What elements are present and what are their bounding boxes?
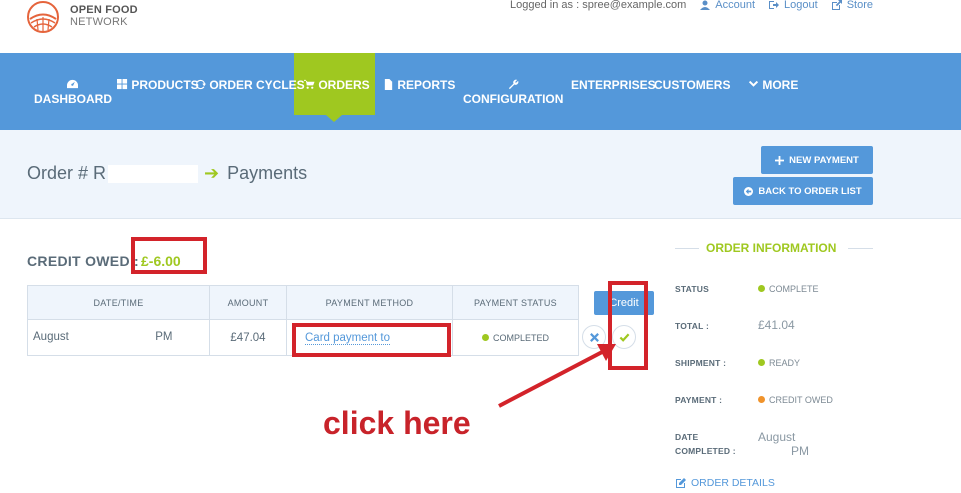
account-label: Account bbox=[715, 0, 756, 11]
order-status-label: STATUS bbox=[675, 284, 709, 294]
store-label: Store bbox=[846, 0, 873, 11]
redacted-date bbox=[72, 331, 153, 344]
void-payment-button[interactable] bbox=[582, 325, 606, 349]
date-completed-month: August bbox=[758, 430, 796, 444]
open-food-network-logo[interactable] bbox=[26, 0, 60, 34]
table-header-row: DATE/TIME AMOUNT PAYMENT METHOD PAYMENT … bbox=[27, 285, 579, 320]
section-title: Payments bbox=[227, 163, 308, 183]
date-completed-label-2: COMPLETED : bbox=[675, 446, 736, 456]
times-icon bbox=[589, 332, 599, 342]
back-to-order-list-button[interactable]: BACK TO ORDER LIST bbox=[733, 177, 873, 205]
page-title: Order # R ➔ Payments bbox=[27, 163, 307, 184]
shopping-cart-icon bbox=[304, 79, 315, 89]
annotation-box-payment-method bbox=[292, 323, 451, 357]
nav-configuration[interactable]: CONFIGURATION bbox=[463, 78, 563, 106]
payment-date-month: August bbox=[33, 331, 69, 344]
header-date-time: DATE/TIME bbox=[27, 285, 210, 320]
new-payment-label: NEW PAYMENT bbox=[789, 154, 859, 166]
payment-date: August PM bbox=[27, 319, 210, 356]
order-total-value: £41.04 bbox=[758, 318, 795, 332]
account-link[interactable]: Account bbox=[700, 0, 755, 11]
arrow-right-icon: ➔ bbox=[204, 163, 220, 183]
header-amount: AMOUNT bbox=[209, 285, 287, 320]
user-links: Logged in as : spree@example.com Account… bbox=[510, 0, 873, 11]
nav-customers-label: CUSTOMERS bbox=[654, 78, 731, 92]
payment-amount: £47.04 bbox=[209, 319, 287, 356]
th-large-icon bbox=[117, 79, 128, 90]
brand-name: OPEN FOOD NETWORK bbox=[70, 4, 138, 28]
order-info-title: ORDER INFORMATION bbox=[706, 241, 837, 255]
nav-products[interactable]: PRODUCTS bbox=[117, 78, 199, 92]
logged-in-text: Logged in as : spree@example.com bbox=[510, 0, 687, 11]
nav-order-cycles-label: ORDER CYCLES bbox=[209, 78, 305, 92]
header-payment-method: PAYMENT METHOD bbox=[286, 285, 453, 320]
dashboard-icon bbox=[66, 79, 78, 89]
order-status-text: COMPLETE bbox=[769, 284, 819, 294]
store-link[interactable]: Store bbox=[831, 0, 873, 11]
logout-label: Logout bbox=[784, 0, 818, 11]
nav-orders[interactable]: ORDERS bbox=[304, 78, 370, 92]
nav-orders-label: ORDERS bbox=[318, 78, 370, 92]
nav-dashboard-label: DASHBOARD bbox=[34, 92, 112, 106]
nav-dashboard[interactable]: DASHBOARD bbox=[34, 78, 112, 106]
annotation-box-credit-owed bbox=[131, 237, 207, 274]
payment-date-suffix: PM bbox=[155, 331, 173, 344]
order-details-link[interactable]: ORDER DETAILS bbox=[676, 477, 775, 489]
status-dot-green bbox=[758, 359, 765, 366]
order-total-label: TOTAL : bbox=[675, 321, 709, 331]
status-dot-green bbox=[481, 333, 489, 341]
nav-reports[interactable]: REPORTS bbox=[383, 78, 455, 92]
payment-status-cell: COMPLETED bbox=[452, 319, 579, 356]
shipment-value: READY bbox=[758, 358, 800, 368]
brand-line-2: NETWORK bbox=[70, 16, 128, 28]
arrow-left-icon bbox=[744, 186, 754, 196]
user-icon bbox=[700, 0, 711, 10]
order-status-value: COMPLETE bbox=[758, 284, 819, 294]
main-nav: DASHBOARD PRODUCTS ORDER CYCLES ORDERS R… bbox=[0, 53, 961, 130]
shipment-text: READY bbox=[769, 358, 801, 368]
nav-reports-label: REPORTS bbox=[397, 78, 456, 92]
credit-owed-label: CREDIT OWED : bbox=[27, 253, 140, 269]
back-to-order-list-label: BACK TO ORDER LIST bbox=[758, 185, 862, 197]
order-details-label: ORDER DETAILS bbox=[691, 477, 775, 489]
file-icon bbox=[384, 79, 393, 90]
page-header: Order # R ➔ Payments NEW PAYMENT BACK TO… bbox=[0, 130, 961, 219]
logout-link[interactable]: Logout bbox=[769, 0, 818, 11]
status-dot-green bbox=[758, 285, 765, 292]
order-info-divider-left bbox=[675, 248, 699, 249]
nav-order-cycles[interactable]: ORDER CYCLES bbox=[195, 78, 305, 92]
order-info-divider-right bbox=[848, 248, 873, 249]
redacted-order-number bbox=[108, 164, 199, 183]
chevron-down-icon bbox=[748, 80, 759, 87]
payment-status: COMPLETED bbox=[492, 332, 549, 343]
click-here-annotation: click here bbox=[323, 405, 471, 441]
nav-products-label: PRODUCTS bbox=[131, 78, 199, 92]
new-payment-button[interactable]: NEW PAYMENT bbox=[761, 146, 873, 174]
brand-line-1: OPEN FOOD bbox=[70, 4, 138, 16]
date-completed-label-1: DATE bbox=[675, 432, 699, 442]
nav-enterprises-label: ENTERPRISES bbox=[571, 78, 656, 92]
payment-state-label: PAYMENT : bbox=[675, 395, 723, 405]
external-link-icon bbox=[831, 0, 842, 10]
nav-more[interactable]: MORE bbox=[748, 78, 798, 92]
wrench-icon bbox=[508, 79, 518, 90]
nav-active-caret bbox=[326, 115, 342, 122]
nav-more-label: MORE bbox=[762, 78, 799, 92]
nav-enterprises[interactable]: ENTERPRISES bbox=[571, 78, 656, 92]
order-number: Order # R bbox=[27, 163, 107, 183]
date-completed-suffix: PM bbox=[791, 444, 809, 458]
payment-state-text: CREDIT OWED bbox=[769, 395, 833, 405]
plus-icon bbox=[775, 155, 785, 165]
refresh-icon bbox=[195, 79, 206, 90]
status-dot-orange bbox=[758, 396, 765, 403]
edit-icon bbox=[676, 478, 686, 488]
header-payment-status: PAYMENT STATUS bbox=[452, 285, 579, 320]
nav-configuration-label: CONFIGURATION bbox=[463, 92, 564, 106]
sign-out-icon bbox=[769, 1, 780, 9]
payment-state-value: CREDIT OWED bbox=[758, 395, 833, 405]
shipment-label: SHIPMENT : bbox=[675, 358, 727, 368]
nav-customers[interactable]: CUSTOMERS bbox=[654, 78, 730, 92]
annotation-box-capture-button bbox=[608, 281, 648, 370]
top-bar: OPEN FOOD NETWORK Logged in as : spree@e… bbox=[0, 0, 961, 53]
